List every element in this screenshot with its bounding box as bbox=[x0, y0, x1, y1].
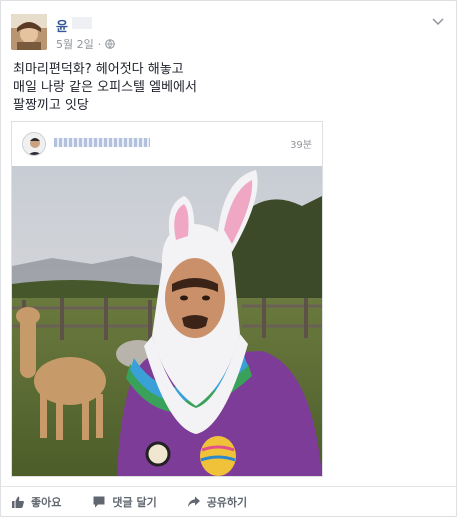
shared-avatar-image bbox=[23, 133, 45, 155]
shared-author-avatar[interactable] bbox=[22, 132, 46, 156]
share-button[interactable]: 공유하기 bbox=[187, 487, 247, 517]
shared-post-header: 39분 bbox=[12, 122, 322, 166]
post-date[interactable]: 5월 2일 bbox=[56, 36, 94, 52]
shared-author-name-redacted[interactable] bbox=[54, 138, 150, 147]
post-card: 윤 5월 2일 · 최마리편덕화? 헤어젓다 해놓고 매일 나랑 같은 오피스텔… bbox=[0, 0, 457, 517]
post-text: 최마리편덕화? 헤어젓다 해놓고 매일 나랑 같은 오피스텔 엘베에서 팔짱끼고… bbox=[13, 61, 197, 115]
globe-icon[interactable] bbox=[105, 39, 116, 49]
share-icon bbox=[187, 496, 200, 507]
comment-icon bbox=[93, 496, 105, 507]
shared-post-time[interactable]: 39분 bbox=[290, 136, 312, 151]
shared-photo[interactable] bbox=[12, 166, 322, 476]
photo-image bbox=[12, 166, 322, 476]
post-text-line: 팔짱끼고 잇당 bbox=[13, 98, 89, 113]
post-text-line: 매일 나랑 같은 오피스텔 엘베에서 bbox=[13, 80, 197, 95]
like-button[interactable]: 좋아요 bbox=[11, 487, 61, 517]
chevron-down-icon[interactable] bbox=[430, 14, 446, 30]
post-meta: 5월 2일 · bbox=[56, 36, 116, 52]
author-name[interactable]: 윤 bbox=[56, 16, 68, 35]
post-actions: 좋아요 댓글 달기 공유하기 bbox=[1, 486, 456, 516]
post-text-line: 최마리편덕화? 헤어젓다 해놓고 bbox=[13, 62, 184, 77]
author-name-redaction bbox=[72, 17, 92, 29]
meta-separator: · bbox=[97, 37, 102, 51]
share-label: 공유하기 bbox=[206, 495, 248, 509]
thumbs-up-icon bbox=[12, 496, 24, 508]
avatar-image bbox=[11, 14, 47, 50]
comment-button[interactable]: 댓글 달기 bbox=[92, 487, 157, 517]
shared-post[interactable]: 39분 bbox=[11, 121, 323, 477]
comment-label: 댓글 달기 bbox=[112, 495, 157, 509]
author-avatar[interactable] bbox=[11, 14, 47, 50]
like-label: 좋아요 bbox=[31, 495, 62, 509]
